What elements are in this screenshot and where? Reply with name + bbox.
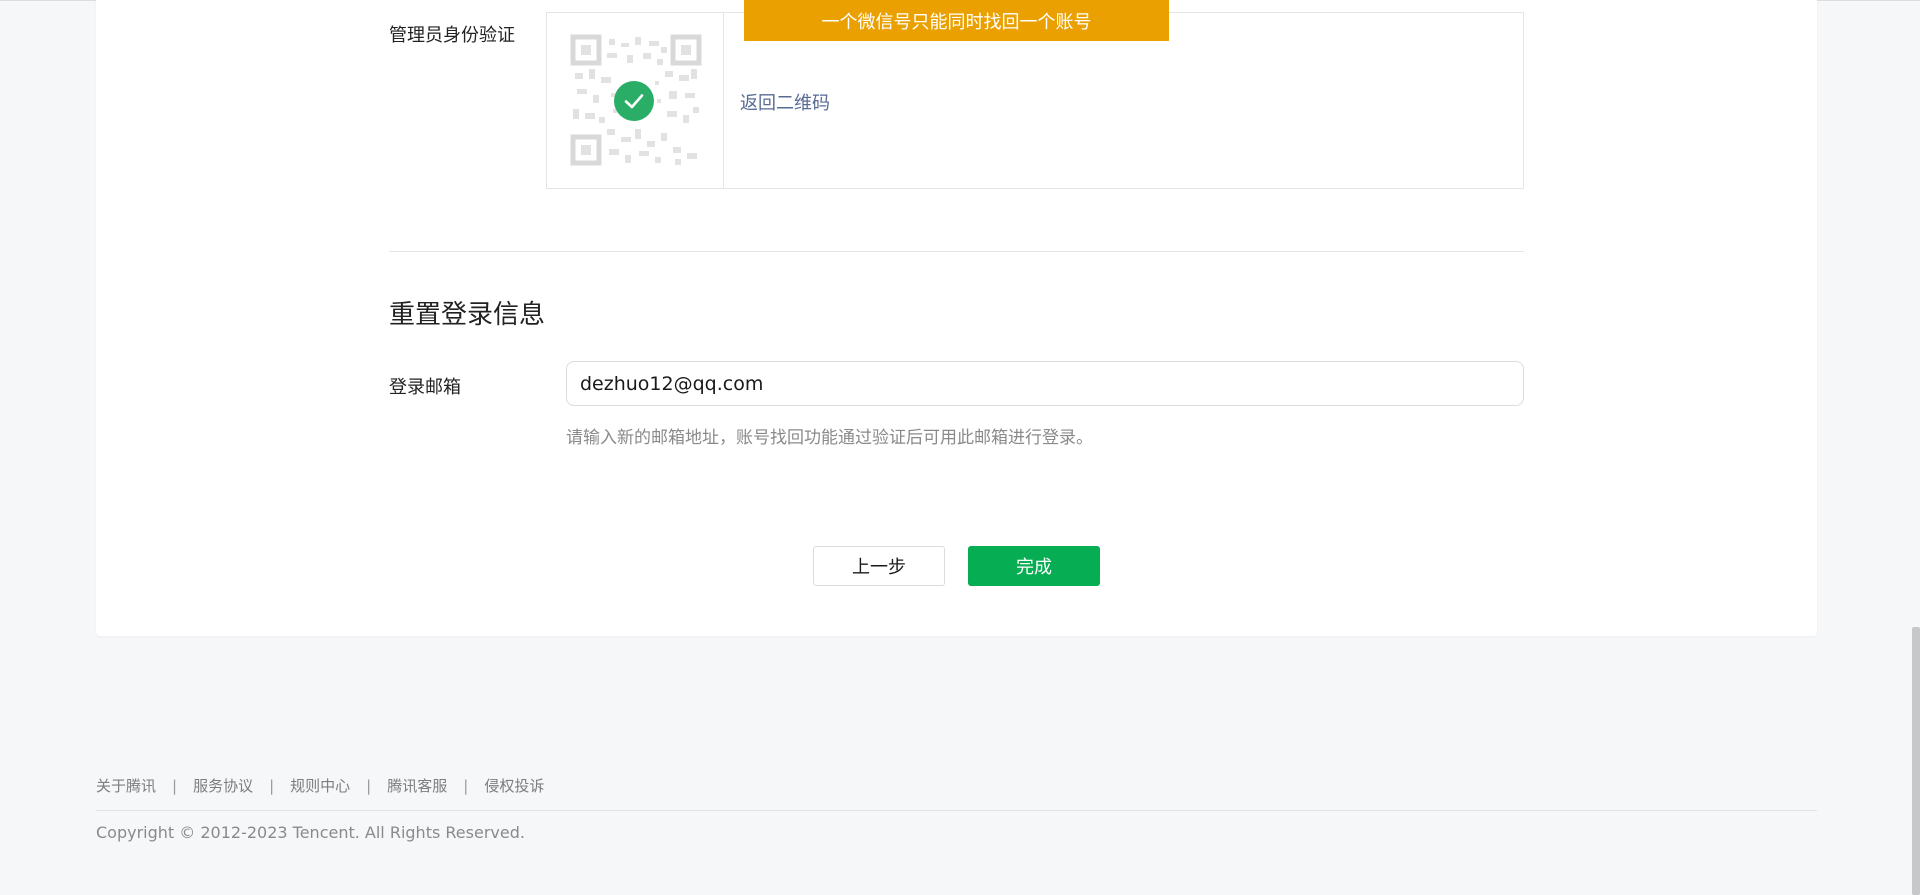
footer-separator: |: [366, 776, 372, 795]
check-circle-icon: [614, 81, 654, 121]
footer-separator: |: [269, 776, 275, 795]
section-divider: [389, 251, 1524, 252]
verify-divider: [723, 13, 724, 188]
footer-link-service-agreement[interactable]: 服务协议: [193, 775, 253, 796]
footer-separator: |: [463, 776, 469, 795]
email-input[interactable]: [566, 361, 1524, 406]
back-to-qr-link[interactable]: 返回二维码: [740, 89, 830, 115]
copyright-text: Copyright © 2012-2023 Tencent. All Right…: [96, 823, 525, 842]
footer-link-rules-center[interactable]: 规则中心: [290, 775, 350, 796]
email-hint: 请输入新的邮箱地址，账号找回功能通过验证后可用此邮箱进行登录。: [566, 428, 1093, 448]
prev-step-button[interactable]: 上一步: [813, 546, 945, 586]
footer-link-infringement[interactable]: 侵权投诉: [484, 775, 544, 796]
footer-link-customer-service[interactable]: 腾讯客服: [387, 775, 447, 796]
scrollbar-thumb[interactable]: [1912, 627, 1920, 895]
section-title: 重置登录信息: [389, 300, 546, 330]
footer-divider: [96, 810, 1817, 811]
email-label: 登录邮箱: [389, 377, 461, 398]
admin-verify-label: 管理员身份验证: [389, 25, 515, 46]
footer-separator: |: [172, 776, 178, 795]
footer-link-about[interactable]: 关于腾讯: [96, 775, 156, 796]
warning-banner: 一个微信号只能同时找回一个账号: [744, 0, 1169, 41]
done-button[interactable]: 完成: [968, 546, 1100, 586]
footer-links: 关于腾讯 | 服务协议 | 规则中心 | 腾讯客服 | 侵权投诉: [96, 775, 544, 796]
